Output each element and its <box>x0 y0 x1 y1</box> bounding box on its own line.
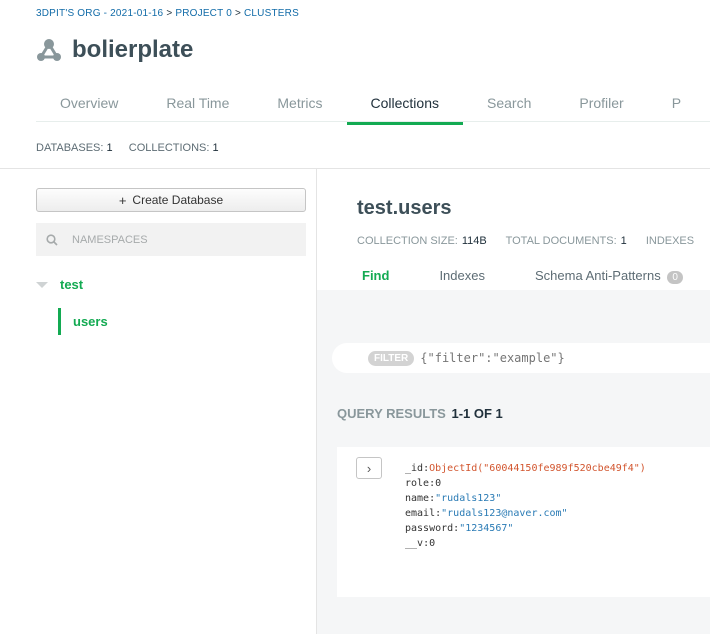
databases-count-label: DATABASES: <box>36 142 104 154</box>
query-results-header: QUERY RESULTS 1-1 OF 1 <box>337 406 503 421</box>
total-documents-value: 1 <box>620 235 627 247</box>
collection-header: test.users COLLECTION SIZE: 114B TOTAL DO… <box>317 169 710 290</box>
collection-panel: test.users COLLECTION SIZE: 114B TOTAL DO… <box>317 169 710 634</box>
document-field: email:"rudals123@naver.com" <box>405 508 568 519</box>
filter-label: FILTER <box>368 350 415 366</box>
caret-down-icon[interactable] <box>36 281 48 288</box>
breadcrumb: 3DPIT'S ORG - 2021-01-16 > PROJECT 0 > C… <box>36 8 299 19</box>
collection-title: test.users <box>357 197 452 219</box>
tab-metrics[interactable]: Metrics <box>253 88 346 122</box>
create-database-label: Create Database <box>132 193 224 207</box>
field-value: "rudals123" <box>435 493 502 504</box>
breadcrumb-separator: > <box>234 8 242 19</box>
breadcrumb-org[interactable]: 3DPIT'S ORG - 2021-01-16 <box>36 8 163 19</box>
subtab-schema-anti-patterns[interactable]: Schema Anti-Patterns 0 <box>535 264 683 290</box>
title-row: bolierplate <box>36 36 193 64</box>
document-card: › _id:ObjectId("60044150fe989f520cbe49f4… <box>337 447 710 597</box>
field-key: __v <box>405 538 424 549</box>
namespace-counts: DATABASES: 1 COLLECTIONS: 1 <box>36 142 219 154</box>
tabs-divider <box>36 121 710 122</box>
collections-count-label: COLLECTIONS: <box>128 142 210 154</box>
field-key: password <box>405 523 454 534</box>
field-value: "1234567" <box>459 523 514 534</box>
collection-size-label: COLLECTION SIZE: <box>357 235 458 247</box>
subtab-indexes[interactable]: Indexes <box>439 264 485 290</box>
collections-count-value: 1 <box>212 142 219 154</box>
chevron-right-icon: › <box>366 460 372 476</box>
cluster-icon <box>37 39 61 61</box>
total-documents-label: TOTAL DOCUMENTS: <box>505 235 617 247</box>
collection-stats: COLLECTION SIZE: 114B TOTAL DOCUMENTS: 1 I… <box>357 235 694 247</box>
schema-count-badge: 0 <box>667 271 683 284</box>
page-title: bolierplate <box>72 36 194 63</box>
database-name: test <box>60 277 84 292</box>
field-value: ObjectId("60044150fe989f520cbe49f4") <box>429 463 646 474</box>
databases-count-value: 1 <box>106 142 113 154</box>
document-field: password:"1234567" <box>405 523 514 534</box>
namespace-sidebar: + Create Database NAMESPACES test users <box>0 169 317 634</box>
namespace-search[interactable]: NAMESPACES <box>36 223 306 256</box>
cluster-tabs: Overview Real Time Metrics Collections S… <box>36 88 710 125</box>
tab-real-time[interactable]: Real Time <box>142 88 253 122</box>
collection-name: users <box>73 314 108 329</box>
indexes-stat-label: INDEXES <box>645 235 695 247</box>
breadcrumb-clusters[interactable]: CLUSTERS <box>244 8 299 19</box>
schema-anti-patterns-label: Schema Anti-Patterns <box>534 268 661 283</box>
tab-search[interactable]: Search <box>463 88 555 122</box>
breadcrumb-separator: > <box>166 8 173 19</box>
sidebar-item-database[interactable]: test <box>36 277 83 292</box>
filter-input[interactable] <box>418 350 710 366</box>
namespace-search-placeholder: NAMESPACES <box>72 233 148 246</box>
document-field: name:"rudals123" <box>405 493 502 504</box>
subtab-find[interactable]: Find <box>362 264 389 290</box>
collection-subtabs: Find Indexes Schema Anti-Patterns 0 <box>317 264 710 290</box>
plus-icon: + <box>118 192 127 208</box>
query-results-label: QUERY RESULTS <box>337 406 446 421</box>
tab-collections[interactable]: Collections <box>346 88 463 125</box>
field-key: _id <box>405 463 424 474</box>
document-field: __v:0 <box>405 538 436 549</box>
field-value: "rudals123@naver.com" <box>441 508 568 519</box>
search-icon <box>46 233 58 246</box>
document-field: _id:ObjectId("60044150fe989f520cbe49f4") <box>405 463 646 474</box>
breadcrumb-project[interactable]: PROJECT 0 <box>175 8 232 19</box>
field-value: 0 <box>429 538 436 549</box>
document-fields: _id:ObjectId("60044150fe989f520cbe49f4")… <box>405 461 646 551</box>
tab-overview[interactable]: Overview <box>36 88 142 122</box>
query-results-range: 1-1 OF 1 <box>451 406 503 421</box>
sidebar-item-collection[interactable]: users <box>58 308 108 335</box>
create-database-button[interactable]: + Create Database <box>36 188 306 212</box>
field-key: name <box>405 493 430 504</box>
document-field: role:0 <box>405 478 442 489</box>
field-key: email <box>405 508 436 519</box>
field-key: role <box>405 478 430 489</box>
collection-size-value: 114B <box>461 235 487 247</box>
filter-bar: FILTER <box>332 343 710 373</box>
expand-document-button[interactable]: › <box>356 457 382 479</box>
tab-truncated[interactable]: P <box>648 88 705 122</box>
field-value: 0 <box>435 478 442 489</box>
tab-profiler[interactable]: Profiler <box>555 88 647 122</box>
